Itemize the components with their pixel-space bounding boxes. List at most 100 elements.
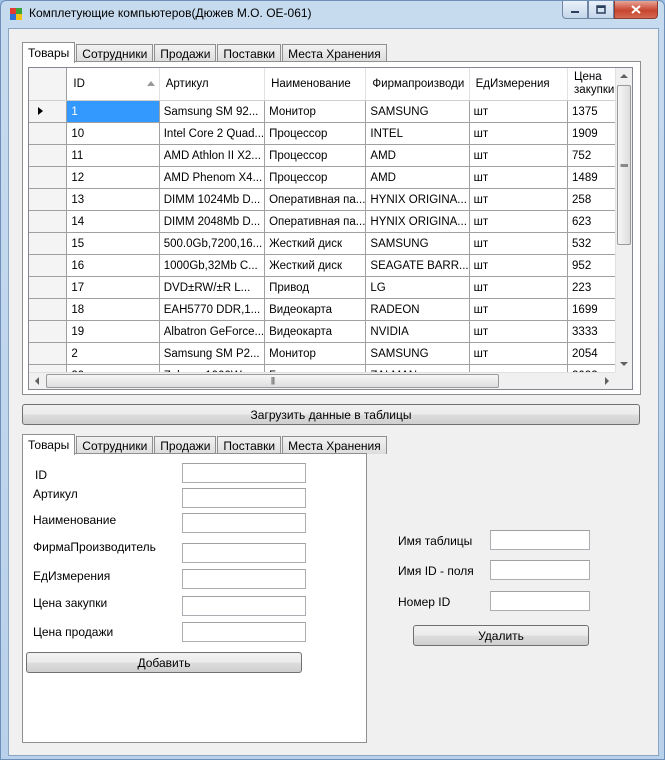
cell-manufacturer[interactable]: SAMSUNG bbox=[365, 232, 470, 255]
top-tab-storage[interactable]: Места Хранения bbox=[282, 44, 387, 62]
top-tab-sales[interactable]: Продажи bbox=[154, 44, 217, 62]
purchase-price-input[interactable] bbox=[182, 596, 306, 616]
cell-id[interactable]: 19 bbox=[66, 320, 160, 343]
bottom-tab-sales[interactable]: Продажи bbox=[154, 436, 217, 454]
cell-article[interactable]: Albatron GeForce... bbox=[159, 320, 266, 343]
cell-name[interactable]: Оперативная па... bbox=[264, 188, 367, 211]
cell-article[interactable]: Samsung SM P2... bbox=[159, 342, 266, 365]
cell-unit[interactable]: шт bbox=[469, 342, 569, 365]
top-tab-goods[interactable]: Товары bbox=[22, 42, 76, 63]
goods-data-grid[interactable]: ID Артикул Наименование Фирмапроизводи Е… bbox=[28, 67, 633, 390]
cell-manufacturer[interactable]: HYNIX ORIGINA... bbox=[365, 188, 470, 211]
table-row[interactable]: 17 DVD±RW/±R L... Привод LG шт 223 bbox=[29, 276, 632, 299]
column-header-article[interactable]: Артикул bbox=[159, 68, 266, 101]
cell-manufacturer[interactable]: RADEON bbox=[365, 298, 470, 321]
unit-input[interactable] bbox=[182, 569, 306, 589]
row-header[interactable] bbox=[29, 188, 68, 211]
cell-name[interactable]: Процессор bbox=[264, 122, 367, 145]
cell-article[interactable]: AMD Athlon II X2... bbox=[159, 144, 266, 167]
table-row[interactable]: 19 Albatron GeForce... Видеокарта NVIDIA шт 3… bbox=[29, 320, 632, 343]
title-bar[interactable]: Комплетующие компьютеров(Дюжев М.О. ОЕ-0… bbox=[1, 1, 664, 27]
horizontal-scroll-thumb[interactable]: ||| bbox=[46, 374, 499, 388]
row-header[interactable] bbox=[29, 166, 68, 189]
cell-manufacturer[interactable]: HYNIX ORIGINA... bbox=[365, 210, 470, 233]
cell-id[interactable]: 16 bbox=[66, 254, 160, 277]
cell-id[interactable]: 13 bbox=[66, 188, 160, 211]
cell-name[interactable]: Жесткий диск bbox=[264, 254, 367, 277]
row-header[interactable] bbox=[29, 298, 68, 321]
id-number-input[interactable] bbox=[490, 591, 590, 611]
cell-article[interactable]: DIMM 1024Mb D... bbox=[159, 188, 266, 211]
cell-name[interactable]: Привод bbox=[264, 276, 367, 299]
cell-article[interactable]: Samsung SM 92... bbox=[159, 100, 266, 123]
cell-unit[interactable]: шт bbox=[469, 100, 569, 123]
cell-unit[interactable]: шт bbox=[469, 254, 569, 277]
cell-manufacturer[interactable]: AMD bbox=[365, 166, 470, 189]
table-row[interactable]: 12 AMD Phenom X4... Процессор AMD шт 1489 bbox=[29, 166, 632, 189]
column-header-unit[interactable]: ЕдИзмерения bbox=[469, 68, 569, 101]
cell-unit[interactable]: шт bbox=[469, 188, 569, 211]
cell-id[interactable]: 12 bbox=[66, 166, 160, 189]
name-input[interactable] bbox=[182, 513, 306, 533]
row-header[interactable] bbox=[29, 210, 68, 233]
scroll-down-icon[interactable] bbox=[620, 362, 628, 366]
grid-vertical-scrollbar[interactable]: ||| bbox=[615, 68, 632, 372]
cell-id[interactable]: 14 bbox=[66, 210, 160, 233]
cell-name[interactable]: Монитор bbox=[264, 342, 367, 365]
id-input[interactable] bbox=[182, 463, 306, 483]
scroll-right-icon[interactable] bbox=[605, 377, 609, 385]
scroll-left-icon[interactable] bbox=[35, 377, 39, 385]
cell-name[interactable]: Оперативная па... bbox=[264, 210, 367, 233]
cell-unit[interactable]: шт bbox=[469, 144, 569, 167]
cell-name[interactable]: Процессор bbox=[264, 144, 367, 167]
table-name-input[interactable] bbox=[490, 530, 590, 550]
bottom-tab-supplies[interactable]: Поставки bbox=[217, 436, 282, 454]
sale-price-input[interactable] bbox=[182, 622, 306, 642]
cell-unit[interactable]: шт bbox=[469, 298, 569, 321]
vertical-scroll-thumb[interactable]: ||| bbox=[617, 85, 631, 245]
manufacturer-input[interactable] bbox=[182, 543, 306, 563]
row-header[interactable] bbox=[29, 276, 68, 299]
cell-id[interactable]: 17 bbox=[66, 276, 160, 299]
id-field-name-input[interactable] bbox=[490, 560, 590, 580]
table-row[interactable]: 18 EAH5770 DDR,1... Видеокарта RADEON шт 1699 bbox=[29, 298, 632, 321]
scroll-up-icon[interactable] bbox=[620, 74, 628, 78]
cell-id[interactable]: 18 bbox=[66, 298, 160, 321]
row-header[interactable] bbox=[29, 122, 68, 145]
grid-horizontal-scrollbar[interactable]: ||| bbox=[29, 372, 615, 389]
table-row[interactable]: 2 Samsung SM P2... Монитор SAMSUNG шт 2054 bbox=[29, 342, 632, 365]
cell-unit[interactable]: шт bbox=[469, 166, 569, 189]
table-row[interactable]: 16 1000Gb,32Mb C... Жесткий диск SEAGATE BA… bbox=[29, 254, 632, 277]
cell-manufacturer[interactable]: AMD bbox=[365, 144, 470, 167]
row-header[interactable] bbox=[29, 254, 68, 277]
cell-unit[interactable]: шт bbox=[469, 122, 569, 145]
add-button[interactable]: Добавить bbox=[26, 652, 302, 673]
cell-id[interactable]: 15 bbox=[66, 232, 160, 255]
cell-article[interactable]: Intel Core 2 Quad... bbox=[159, 122, 266, 145]
cell-name[interactable]: Видеокарта bbox=[264, 298, 367, 321]
column-header-id[interactable]: ID bbox=[66, 68, 160, 101]
cell-article[interactable]: DVD±RW/±R L... bbox=[159, 276, 266, 299]
delete-button[interactable]: Удалить bbox=[413, 625, 589, 646]
bottom-tab-goods[interactable]: Товары bbox=[22, 434, 76, 455]
cell-manufacturer[interactable]: INTEL bbox=[365, 122, 470, 145]
cell-id[interactable]: 10 bbox=[66, 122, 160, 145]
cell-unit[interactable]: шт bbox=[469, 320, 569, 343]
cell-article[interactable]: DIMM 2048Mb D... bbox=[159, 210, 266, 233]
article-input[interactable] bbox=[182, 488, 306, 508]
cell-article[interactable]: AMD Phenom X4... bbox=[159, 166, 266, 189]
column-header-name[interactable]: Наименование bbox=[264, 68, 367, 101]
cell-article[interactable]: 500.0Gb,7200,16... bbox=[159, 232, 266, 255]
top-tab-employees[interactable]: Сотрудники bbox=[76, 44, 154, 62]
maximize-button[interactable] bbox=[588, 1, 614, 19]
bottom-tab-employees[interactable]: Сотрудники bbox=[76, 436, 154, 454]
table-row[interactable]: 10 Intel Core 2 Quad... Процессор INTEL шт 19… bbox=[29, 122, 632, 145]
row-header[interactable] bbox=[29, 320, 68, 343]
close-button[interactable] bbox=[614, 1, 658, 19]
load-data-button[interactable]: Загрузить данные в таблицы bbox=[22, 404, 640, 425]
cell-name[interactable]: Процессор bbox=[264, 166, 367, 189]
cell-id[interactable]: 2 bbox=[66, 342, 160, 365]
row-header[interactable] bbox=[29, 342, 68, 365]
cell-manufacturer[interactable]: SAMSUNG bbox=[365, 342, 470, 365]
cell-id[interactable]: 1 bbox=[66, 100, 160, 123]
